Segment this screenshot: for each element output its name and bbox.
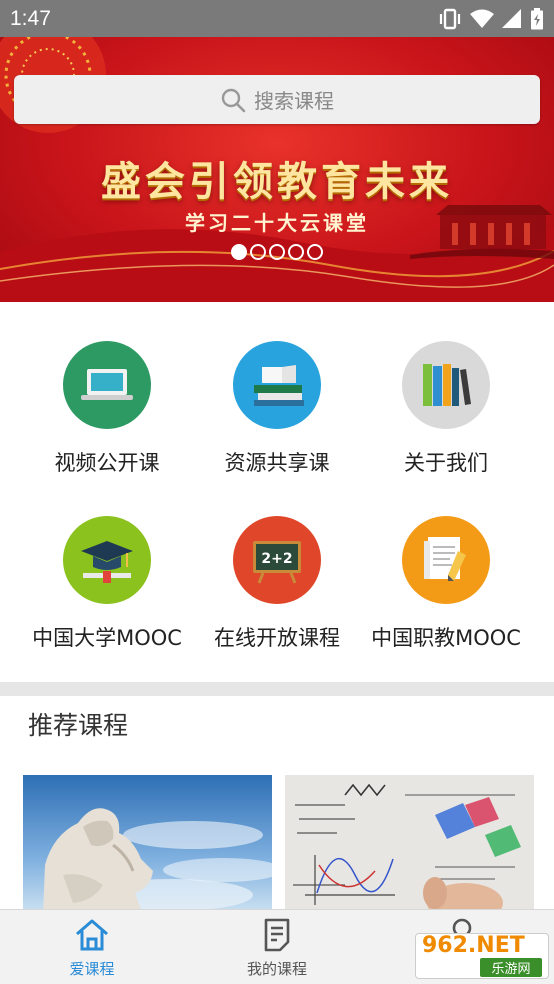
status-time: 1:47 [10,6,51,30]
banner-title: 盛会引领教育未来 [101,158,453,205]
recommended-title: 推荐课程 [28,711,129,740]
grid-item-label: 关于我们 [404,451,488,475]
home-icon [76,919,108,951]
status-bar: 1:47 [0,0,554,37]
grid-item-vocational-mooc[interactable]: 中国职教MOOC [354,516,538,652]
course-thumbnail-image [285,775,534,915]
watermark-logo: 962.NET 乐游网 [415,933,549,979]
grid-item-label: 在线开放课程 [214,626,340,650]
grid-item-label: 视频公开课 [54,451,160,475]
laptop-icon [63,341,151,429]
grid-item-china-mooc[interactable]: 中国大学MOOC [15,516,199,652]
grid-item-online-open-course[interactable]: 2+2 在线开放课程 [185,516,369,652]
carousel-dot[interactable] [250,244,266,260]
grid-item-label: 中国大学MOOC [32,626,182,650]
carousel-dot[interactable] [231,244,247,260]
course-card-philosophy[interactable] [23,775,272,915]
status-icons [438,7,544,30]
grid-item-video-course[interactable]: 视频公开课 [15,341,199,477]
wifi-icon [470,9,494,28]
course-thumbnail-image [23,775,272,915]
grid-item-about-us[interactable]: 关于我们 [354,341,538,477]
vibrate-icon [439,8,461,29]
grid-item-label: 资源共享课 [224,451,330,475]
course-card-math[interactable] [285,775,534,915]
notes-pencil-icon [402,516,490,604]
battery-icon [531,7,543,29]
watermark-sub-text: 乐游网 [480,958,542,977]
carousel-dot[interactable] [288,244,304,260]
nav-item-home[interactable]: 爱课程 [32,918,152,979]
watermark-logo-text: 962.NET [422,933,525,958]
signal-icon [502,8,521,28]
search-bar[interactable]: 搜索课程 [14,75,540,124]
banner-subtitle: 学习二十大云课堂 [185,211,369,235]
banner-carousel[interactable]: 搜索课程 盛会引领教育未来 学习二十大云课堂 [0,37,554,302]
section-divider [0,682,554,696]
search-icon [221,88,246,112]
carousel-indicator [231,244,323,260]
document-icon [264,918,290,952]
grid-item-resource-course[interactable]: 资源共享课 [185,341,369,477]
bookshelf-icon [402,341,490,429]
graduation-cap-icon [63,516,151,604]
carousel-dot[interactable] [269,244,285,260]
grid-item-label: 中国职教MOOC [371,626,521,650]
nav-item-my-courses[interactable]: 我的课程 [217,918,337,979]
blackboard-icon: 2+2 [233,516,321,604]
books-stack-icon [233,341,321,429]
app-screen: 1:47 搜索课程 盛会引领教育未来 学习二十大云课堂 视频公开课 资源共享课 … [0,0,554,984]
svg-text:2+2: 2+2 [261,551,292,567]
carousel-dot[interactable] [307,244,323,260]
nav-label-my-courses: 我的课程 [246,960,307,978]
category-grid: 视频公开课 资源共享课 关于我们 中国大学MOOC 2+2 在线开放课程 中国职… [0,302,554,682]
search-placeholder: 搜索课程 [254,89,334,113]
nav-label-home: 爱课程 [69,960,115,978]
